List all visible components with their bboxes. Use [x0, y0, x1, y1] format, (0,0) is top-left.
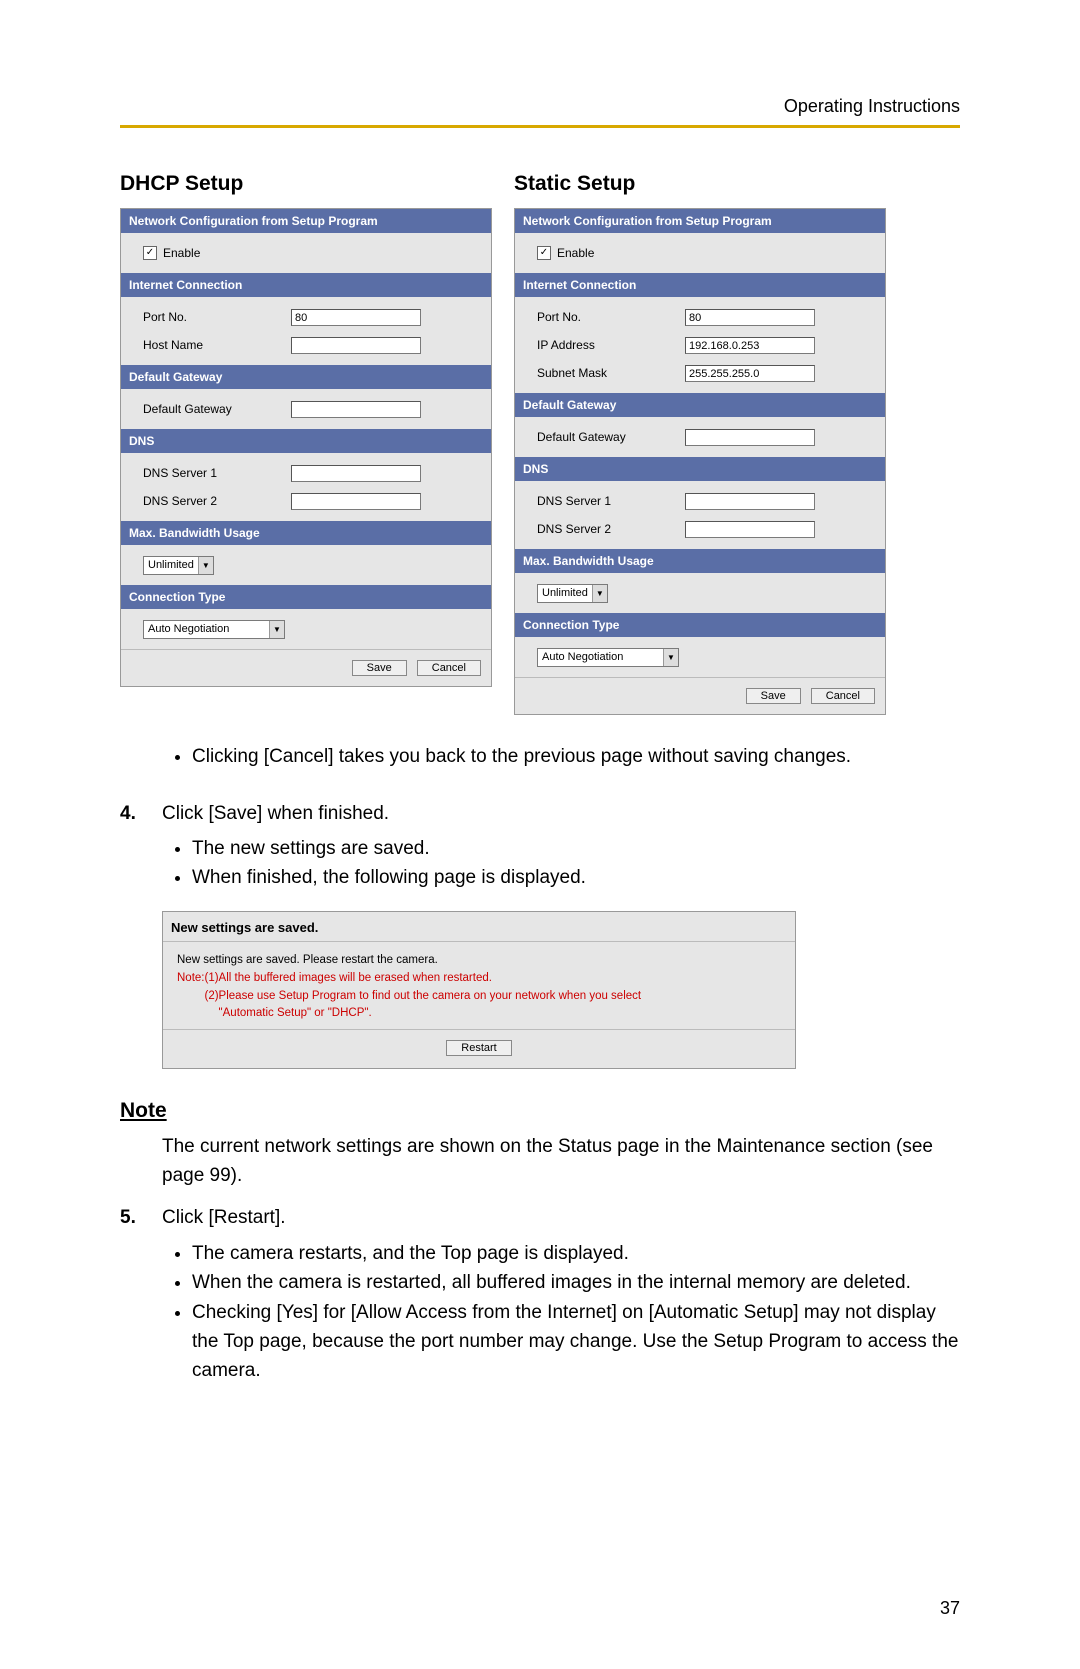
ip-label: IP Address — [537, 338, 685, 352]
static-column: Static Setup Network Configuration from … — [514, 172, 886, 715]
saved-note2a: (2)Please use Setup Program to find out … — [205, 990, 642, 1002]
step-4-text: Click [Save] when finished. — [162, 800, 389, 829]
dhcp-section-netconf: Network Configuration from Setup Program — [121, 209, 491, 233]
save-button[interactable]: Save — [352, 660, 407, 676]
dhcp-title: DHCP Setup — [120, 172, 492, 196]
dhcp-section-bw: Max. Bandwidth Usage — [121, 521, 491, 545]
chevron-down-icon: ▼ — [663, 649, 678, 666]
dns2-label: DNS Server 2 — [143, 494, 291, 508]
static-section-gateway: Default Gateway — [515, 393, 885, 417]
chevron-down-icon: ▼ — [592, 585, 607, 602]
gateway-label: Default Gateway — [143, 402, 291, 416]
dhcp-panel: Network Configuration from Setup Program… — [120, 208, 492, 687]
static-section-bw: Max. Bandwidth Usage — [515, 549, 885, 573]
setup-columns: DHCP Setup Network Configuration from Se… — [120, 172, 960, 715]
manual-page: Operating Instructions DHCP Setup Networ… — [0, 0, 1080, 1669]
connection-value: Auto Negotiation — [538, 651, 627, 663]
dns2-input[interactable] — [291, 493, 421, 510]
save-button[interactable]: Save — [746, 688, 801, 704]
static-panel: Network Configuration from Setup Program… — [514, 208, 886, 715]
static-title: Static Setup — [514, 172, 886, 196]
mask-input[interactable]: 255.255.255.0 — [685, 365, 815, 382]
hostname-input[interactable] — [291, 337, 421, 354]
port-label: Port No. — [537, 310, 685, 324]
step-4-bullet: When finished, the following page is dis… — [192, 863, 960, 892]
bullet-cancel-note: Clicking [Cancel] takes you back to the … — [192, 743, 960, 772]
dhcp-column: DHCP Setup Network Configuration from Se… — [120, 172, 492, 715]
saved-note-label: Note: — [177, 972, 205, 984]
enable-label: Enable — [557, 246, 594, 260]
dns1-label: DNS Server 1 — [143, 466, 291, 480]
enable-label: Enable — [163, 246, 200, 260]
dhcp-section-internet: Internet Connection — [121, 273, 491, 297]
cancel-button[interactable]: Cancel — [811, 688, 875, 704]
dns2-input[interactable] — [685, 521, 815, 538]
dns1-input[interactable] — [291, 465, 421, 482]
port-input[interactable]: 80 — [291, 309, 421, 326]
body-text: Clicking [Cancel] takes you back to the … — [120, 743, 960, 1386]
gateway-input[interactable] — [685, 429, 815, 446]
saved-note2b: "Automatic Setup" or "DHCP". — [219, 1007, 372, 1019]
step-5-text: Click [Restart]. — [162, 1204, 286, 1233]
cancel-button[interactable]: Cancel — [417, 660, 481, 676]
step-number-4: 4. — [120, 800, 162, 829]
static-section-netconf: Network Configuration from Setup Program — [515, 209, 885, 233]
doc-title: Operating Instructions — [120, 96, 960, 117]
check-icon[interactable]: ✓ — [537, 246, 551, 260]
gateway-label: Default Gateway — [537, 430, 685, 444]
connection-select[interactable]: Auto Negotiation ▼ — [537, 648, 679, 667]
dhcp-section-gateway: Default Gateway — [121, 365, 491, 389]
saved-note1: (1)All the buffered images will be erase… — [205, 972, 492, 984]
bandwidth-select[interactable]: Unlimited▼ — [143, 556, 214, 575]
step-number-5: 5. — [120, 1204, 162, 1233]
port-label: Port No. — [143, 310, 291, 324]
connection-value: Auto Negotiation — [144, 623, 233, 635]
saved-line1: New settings are saved. Please restart t… — [177, 952, 783, 970]
restart-button[interactable]: Restart — [446, 1040, 511, 1056]
dns2-label: DNS Server 2 — [537, 522, 685, 536]
gateway-input[interactable] — [291, 401, 421, 418]
connection-select[interactable]: Auto Negotiation ▼ — [143, 620, 285, 639]
dns1-input[interactable] — [685, 493, 815, 510]
step-5-bullet: When the camera is restarted, all buffer… — [192, 1268, 960, 1297]
step-4-bullet: The new settings are saved. — [192, 834, 960, 863]
dhcp-section-dns: DNS — [121, 429, 491, 453]
static-section-internet: Internet Connection — [515, 273, 885, 297]
static-section-conn: Connection Type — [515, 613, 885, 637]
bandwidth-value: Unlimited — [144, 559, 198, 571]
note-heading: Note — [120, 1099, 960, 1123]
ip-input[interactable]: 192.168.0.253 — [685, 337, 815, 354]
page-number: 37 — [940, 1598, 960, 1619]
check-icon[interactable]: ✓ — [143, 246, 157, 260]
hostname-label: Host Name — [143, 338, 291, 352]
chevron-down-icon: ▼ — [198, 557, 213, 574]
header-rule — [120, 125, 960, 128]
bandwidth-value: Unlimited — [538, 587, 592, 599]
step-5-bullet: Checking [Yes] for [Allow Access from th… — [192, 1298, 960, 1386]
mask-label: Subnet Mask — [537, 366, 685, 380]
note-body: The current network settings are shown o… — [162, 1133, 960, 1190]
dhcp-section-conn: Connection Type — [121, 585, 491, 609]
port-input[interactable]: 80 — [685, 309, 815, 326]
bandwidth-select[interactable]: Unlimited▼ — [537, 584, 608, 603]
step-5-bullet: The camera restarts, and the Top page is… — [192, 1239, 960, 1268]
static-section-dns: DNS — [515, 457, 885, 481]
saved-heading: New settings are saved. — [163, 912, 795, 942]
chevron-down-icon: ▼ — [269, 621, 284, 638]
saved-settings-panel: New settings are saved. New settings are… — [162, 911, 796, 1069]
dns1-label: DNS Server 1 — [537, 494, 685, 508]
